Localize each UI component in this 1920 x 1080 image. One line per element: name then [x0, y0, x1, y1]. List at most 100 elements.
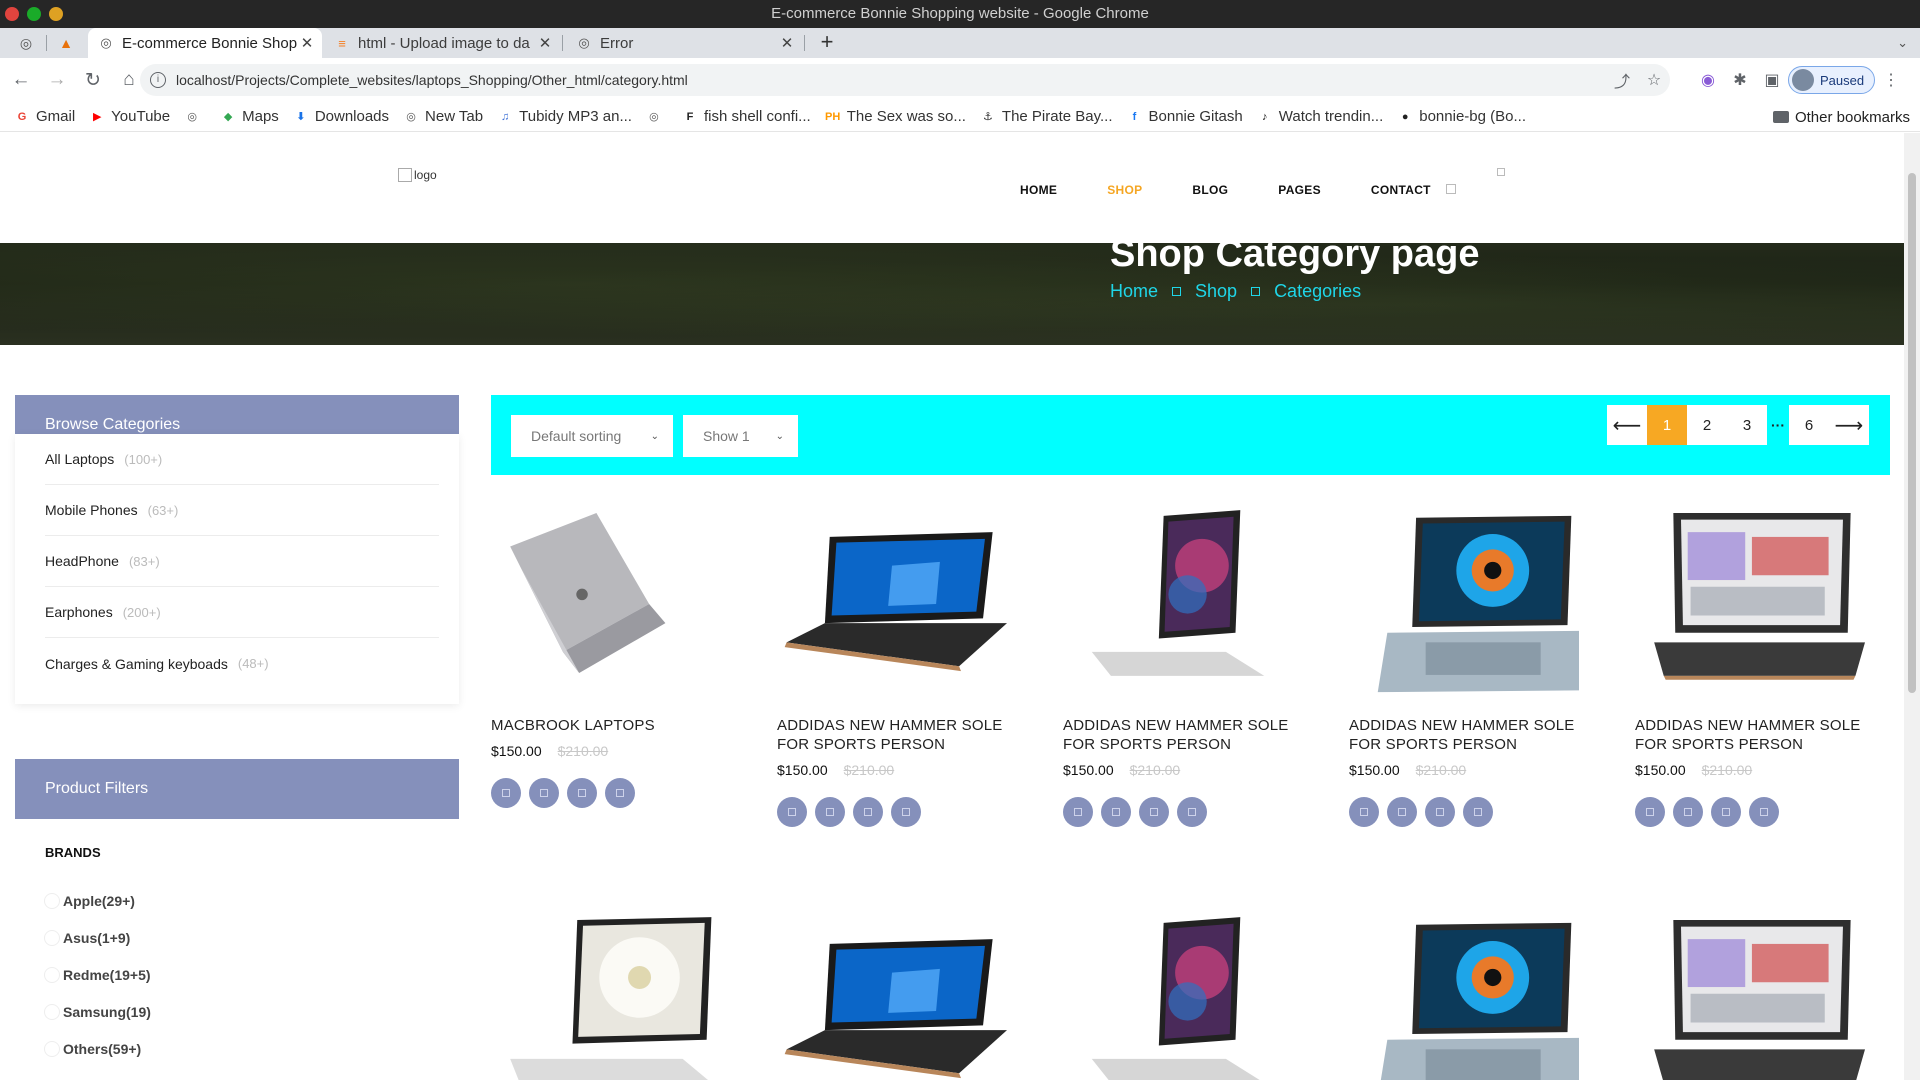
prev-page-button[interactable]: ⟵: [1607, 405, 1647, 445]
maximize-window-button[interactable]: [27, 7, 41, 21]
pinned-tab-2[interactable]: ▲: [52, 28, 80, 58]
add-to-cart-button[interactable]: [1635, 797, 1665, 827]
product-card[interactable]: ADDIDAS NEW HAMMER SOLE FOR SPORTS PERSO…: [777, 504, 1007, 827]
close-tab-icon[interactable]: ✕: [298, 34, 316, 52]
product-image[interactable]: [777, 504, 1007, 704]
compare-button[interactable]: [1425, 797, 1455, 827]
product-image[interactable]: [1635, 911, 1865, 1080]
bookmark-item[interactable]: ♪ Watch trendin...: [1257, 108, 1383, 125]
bookmark-item[interactable]: f Bonnie Gitash: [1127, 108, 1243, 125]
wishlist-button[interactable]: [529, 778, 559, 808]
product-card[interactable]: [777, 911, 1007, 1080]
bookmark-item[interactable]: PH The Sex was so...: [825, 108, 966, 125]
brand-filter[interactable]: Redme(19+5): [44, 967, 151, 983]
back-button[interactable]: ←: [6, 65, 36, 95]
laptop-image[interactable]: [1063, 504, 1293, 704]
radio-icon[interactable]: [44, 1041, 60, 1057]
site-logo[interactable]: logo: [398, 168, 437, 182]
product-name[interactable]: ADDIDAS NEW HAMMER SOLE FOR SPORTS PERSO…: [1063, 716, 1293, 754]
laptop-image[interactable]: [777, 911, 1007, 1080]
add-to-cart-button[interactable]: [1349, 797, 1379, 827]
bookmark-star-icon[interactable]: ☆: [1638, 70, 1670, 90]
search-icon[interactable]: [1446, 184, 1456, 194]
wishlist-button[interactable]: [1387, 797, 1417, 827]
breadcrumb-shop[interactable]: Shop: [1195, 281, 1237, 302]
nav-shop[interactable]: SHOP: [1107, 183, 1142, 197]
product-name[interactable]: MACBROOK LAPTOPS: [491, 716, 721, 735]
bookmark-item[interactable]: ▶ YouTube: [89, 108, 170, 125]
product-image[interactable]: [491, 911, 721, 1080]
quick-view-button[interactable]: [1749, 797, 1779, 827]
category-item[interactable]: HeadPhone (83+): [45, 536, 439, 587]
page-6-button[interactable]: 6: [1789, 405, 1829, 445]
tab-search-icon[interactable]: ⌄: [1897, 28, 1908, 58]
product-card[interactable]: ADDIDAS NEW HAMMER SOLE FOR SPORTS PERSO…: [1635, 504, 1865, 827]
laptop-image[interactable]: [491, 504, 721, 704]
breadcrumb-categories[interactable]: Categories: [1274, 281, 1361, 302]
address-bar[interactable]: i localhost/Projects/Complete_websites/l…: [140, 64, 1670, 96]
reload-button[interactable]: ↻: [78, 65, 108, 95]
laptop-image[interactable]: [777, 504, 1007, 704]
laptop-image[interactable]: [1063, 911, 1293, 1080]
bookmark-item[interactable]: ● bonnie-bg (Bo...: [1397, 108, 1526, 125]
show-select[interactable]: Show 1 ⌄: [683, 415, 798, 457]
pinned-tab-1[interactable]: ◎: [12, 28, 40, 58]
other-bookmarks[interactable]: Other bookmarks: [1772, 102, 1910, 132]
brand-filter[interactable]: Others(59+): [44, 1041, 141, 1057]
bookmark-item[interactable]: ◆ Maps: [220, 108, 279, 125]
quick-view-button[interactable]: [1463, 797, 1493, 827]
tab-ecommerce[interactable]: ◎ E-commerce Bonnie Shop ✕: [88, 28, 322, 58]
laptop-image[interactable]: [491, 911, 721, 1080]
product-card[interactable]: [491, 911, 721, 1080]
cart-icon[interactable]: [1497, 168, 1505, 176]
sort-select[interactable]: Default sorting ⌄: [511, 415, 673, 457]
quick-view-button[interactable]: [605, 778, 635, 808]
product-image[interactable]: [1349, 911, 1586, 1080]
radio-icon[interactable]: [44, 930, 60, 946]
add-to-cart-button[interactable]: [1063, 797, 1093, 827]
product-card[interactable]: ADDIDAS NEW HAMMER SOLE FOR SPORTS PERSO…: [1063, 504, 1293, 827]
bookmark-item[interactable]: ♫ Tubidy MP3 an...: [497, 108, 632, 125]
product-image[interactable]: [491, 504, 721, 704]
nav-pages[interactable]: PAGES: [1278, 183, 1321, 197]
add-to-cart-button[interactable]: [491, 778, 521, 808]
laptop-image[interactable]: [1635, 911, 1865, 1080]
product-image[interactable]: [1063, 504, 1293, 704]
bookmark-item[interactable]: ◎ New Tab: [403, 108, 483, 125]
breadcrumb-home[interactable]: Home: [1110, 281, 1158, 302]
wishlist-button[interactable]: [815, 797, 845, 827]
product-image[interactable]: [1349, 504, 1589, 704]
radio-icon[interactable]: [44, 1004, 60, 1020]
page-3-button[interactable]: 3: [1727, 405, 1767, 445]
quick-view-button[interactable]: [891, 797, 921, 827]
bookmark-item[interactable]: G Gmail: [14, 108, 75, 125]
product-card[interactable]: MACBROOK LAPTOPS $150.00 $210.00: [491, 504, 721, 808]
close-window-button[interactable]: [5, 7, 19, 21]
scrollbar-thumb[interactable]: [1908, 173, 1916, 693]
share-icon[interactable]: ⤴: [1606, 68, 1638, 92]
product-card[interactable]: [1635, 911, 1865, 1080]
compare-button[interactable]: [853, 797, 883, 827]
radio-icon[interactable]: [44, 967, 60, 983]
add-to-cart-button[interactable]: [777, 797, 807, 827]
page-scrollbar[interactable]: [1904, 133, 1920, 1080]
laptop-image[interactable]: [1349, 504, 1589, 704]
wishlist-button[interactable]: [1673, 797, 1703, 827]
forward-button[interactable]: →: [42, 65, 72, 95]
bookmark-item[interactable]: Ffish shell confi...: [682, 108, 811, 125]
side-panel-icon[interactable]: ▣: [1756, 70, 1788, 90]
page-1-button[interactable]: 1: [1647, 405, 1687, 445]
product-card[interactable]: [1063, 911, 1293, 1080]
compare-button[interactable]: [567, 778, 597, 808]
laptop-image[interactable]: [1349, 911, 1586, 1080]
wishlist-button[interactable]: [1101, 797, 1131, 827]
product-image[interactable]: [1063, 911, 1293, 1080]
product-card[interactable]: ADDIDAS NEW HAMMER SOLE FOR SPORTS PERSO…: [1349, 504, 1589, 827]
category-item[interactable]: All Laptops (100+): [45, 434, 439, 485]
compare-button[interactable]: [1711, 797, 1741, 827]
next-page-button[interactable]: ⟶: [1829, 405, 1869, 445]
nav-blog[interactable]: BLOG: [1192, 183, 1228, 197]
menu-icon[interactable]: ⋮: [1875, 70, 1907, 90]
puzzle-icon[interactable]: ✱: [1724, 70, 1756, 90]
new-tab-button[interactable]: +: [815, 28, 839, 58]
